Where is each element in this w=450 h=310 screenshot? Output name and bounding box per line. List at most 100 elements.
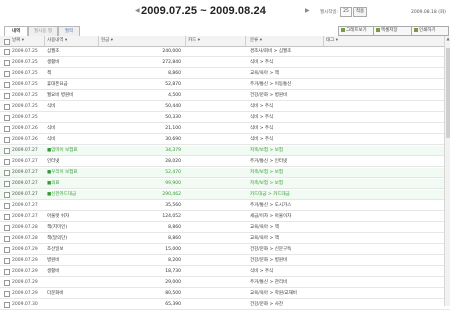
table-row[interactable]: 2009.07.29 29,000 주거/통신 > 관리비 (0, 278, 450, 288)
month-start-select[interactable]: 25 (340, 7, 352, 17)
table-row[interactable]: 2009.07.26 식비 30,690 식비 > 주식 (0, 135, 450, 145)
row-checkbox[interactable] (4, 203, 10, 209)
row-checkbox[interactable] (4, 60, 10, 66)
col-date[interactable]: 날짜 ▾ (12, 36, 24, 46)
tab-list[interactable]: 내역 (4, 26, 28, 36)
col-cash[interactable]: 현금 ▾ (101, 36, 113, 46)
row-card (188, 113, 250, 122)
row-checkbox[interactable] (4, 49, 10, 55)
row-cash: 8,860 (168, 71, 181, 76)
col-card[interactable]: 카드 ▾ (188, 36, 200, 46)
table-row[interactable]: 2009.07.29 조선일보 15,000 건강/문화 > 신문구독 (0, 245, 450, 255)
row-category: 저축/보험 > 보험 (250, 148, 283, 153)
print-button[interactable]: 인쇄하기 (411, 26, 449, 36)
row-checkbox[interactable] (4, 181, 10, 187)
row-tag (326, 245, 406, 254)
row-checkbox[interactable] (4, 214, 10, 220)
table-row[interactable]: 2009.07.25 휴대폰요금 52,870 주거/통신 > 이동통신 (0, 80, 450, 90)
tab-monthly[interactable]: 월사용 별 (28, 26, 58, 36)
row-item: 식비 (47, 104, 56, 109)
col-item[interactable]: 사용내역 ▾ (47, 36, 67, 46)
row-checkbox[interactable] (4, 280, 10, 286)
row-tag (326, 102, 406, 111)
vertical-scrollbar[interactable]: ▲ (444, 36, 450, 306)
table-row[interactable]: 2009.07.27 아울렛 쉬자 124,052 세금/이자 > 아울이자 (0, 212, 450, 222)
table-row[interactable]: 2009.07.27 ■의료 99,900 저축/보험 > 보험 (0, 179, 450, 189)
table-row[interactable]: 2009.07.25 50,330 식비 > 주식 (0, 113, 450, 123)
row-checkbox[interactable] (4, 137, 10, 143)
select-all-checkbox[interactable] (4, 39, 10, 45)
row-item: 생활비 (47, 60, 60, 65)
row-checkbox[interactable] (4, 148, 10, 154)
row-tag (326, 179, 406, 188)
row-item: 식비 (47, 126, 56, 131)
row-date: 2009.07.27 (12, 203, 38, 208)
row-checkbox[interactable] (4, 302, 10, 308)
row-checkbox[interactable] (4, 71, 10, 77)
row-category: 저축/보험 > 보험 (250, 181, 283, 186)
col-category[interactable]: 분류 ▾ (250, 36, 262, 46)
table-row[interactable]: 2009.07.29 병원비 8,200 건강/문화 > 병원비 (0, 256, 450, 266)
row-item: ■의료 (47, 181, 60, 186)
table-row[interactable]: 2009.07.28 책(지미인) 8,860 교육/육아 > 책 (0, 223, 450, 233)
table-row[interactable]: 2009.07.28 책(달의단) 8,860 교육/육아 > 책 (0, 234, 450, 244)
row-card (188, 289, 250, 298)
row-checkbox[interactable] (4, 291, 10, 297)
table-row[interactable]: 2009.07.27 35,560 주거/통신 > 도시가스 (0, 201, 450, 211)
row-checkbox[interactable] (4, 269, 10, 275)
row-checkbox[interactable] (4, 104, 10, 110)
row-checkbox[interactable] (4, 170, 10, 176)
row-checkbox[interactable] (4, 82, 10, 88)
row-card (188, 168, 250, 177)
row-item (47, 278, 97, 287)
table-row[interactable]: 2009.07.30 65,390 건강/문화 > 사진 (0, 300, 450, 310)
row-card (188, 223, 250, 232)
row-checkbox[interactable] (4, 126, 10, 132)
row-date: 2009.07.29 (12, 280, 38, 285)
next-period-arrow[interactable]: ▶ (305, 7, 310, 14)
table-row[interactable]: 2009.07.29 생활비 18,730 식비 > 주식 (0, 267, 450, 277)
table-row[interactable]: 2009.07.27 ■우리이 보험료 52,470 저축/보험 > 보험 (0, 168, 450, 178)
table-row[interactable]: 2009.07.25 월요비 병원비 4,500 건강/문화 > 병원비 (0, 91, 450, 101)
row-date: 2009.07.27 (12, 159, 38, 164)
row-checkbox[interactable] (4, 115, 10, 121)
graph-view-button[interactable]: 그래프보기 (338, 26, 374, 36)
row-item: 아울렛 쉬자 (47, 214, 70, 219)
row-checkbox[interactable] (4, 192, 10, 198)
table-row[interactable]: 2009.07.27 ■엄마이 보험료 34,379 저축/보험 > 보험 (0, 146, 450, 156)
table-row[interactable]: 2009.07.27 ■신한카드대금 290,462 카드대금 > 카드대금 (0, 190, 450, 200)
row-category: 주거/통신 > 관리비 (250, 280, 288, 285)
excel-save-button[interactable]: 엑셀저장 (373, 26, 413, 36)
prev-period-arrow[interactable]: ◀ (135, 7, 140, 14)
row-checkbox[interactable] (4, 93, 10, 99)
apply-button[interactable]: 적용 (353, 7, 367, 17)
row-cash: 80,500 (165, 291, 181, 296)
row-checkbox[interactable] (4, 225, 10, 231)
row-card (188, 80, 250, 89)
col-tag[interactable]: 태그 ▾ (326, 36, 338, 46)
scroll-up-arrow-icon[interactable]: ▲ (445, 36, 450, 42)
row-checkbox[interactable] (4, 258, 10, 264)
row-tag (326, 113, 406, 122)
row-card (188, 179, 250, 188)
row-date: 2009.07.26 (12, 137, 38, 142)
table-row[interactable]: 2009.07.29 다문화비 80,500 교육/육아 > 학원/교재비 (0, 289, 450, 299)
row-checkbox[interactable] (4, 236, 10, 242)
table-row[interactable]: 2009.07.25 책 8,860 교육/육아 > 책 (0, 69, 450, 79)
period-range: 2009.07.25 ~ 2009.08.24 (141, 5, 266, 17)
scroll-thumb[interactable] (446, 48, 450, 138)
row-tag (326, 289, 406, 298)
tab-calendar[interactable]: 월력 (58, 26, 80, 36)
row-date: 2009.07.25 (12, 71, 38, 76)
table-row[interactable]: 2009.07.25 식비 50,440 식비 > 주식 (0, 102, 450, 112)
table-row[interactable]: 2009.07.26 식비 21,100 식비 > 주식 (0, 124, 450, 134)
table-row[interactable]: 2009.07.27 인터넷 28,020 주거/통신 > 인터넷 (0, 157, 450, 167)
table-row[interactable]: 2009.07.25 심월초 240,000 경조사/회비 > 심월초 (0, 47, 450, 57)
row-card (188, 47, 250, 56)
table-row[interactable]: 2009.07.25 생활비 272,840 식비 > 주식 (0, 58, 450, 68)
row-tag (326, 223, 406, 232)
row-cash: 15,000 (165, 247, 181, 252)
row-checkbox[interactable] (4, 247, 10, 253)
row-item: 생활비 (47, 269, 60, 274)
row-checkbox[interactable] (4, 159, 10, 165)
